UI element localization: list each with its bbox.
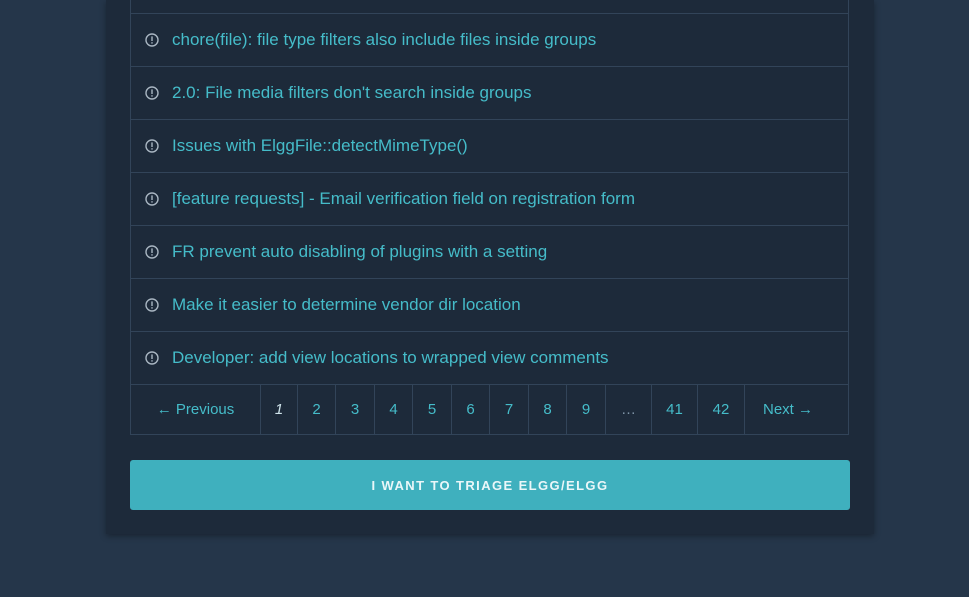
page-link[interactable]: 5 xyxy=(413,385,452,434)
issue-row[interactable]: Issues with ElggFile::detectMimeType() xyxy=(130,120,849,173)
triage-button[interactable]: I WANT TO TRIAGE ELGG/ELGG xyxy=(130,460,850,510)
issue-row[interactable]: 2.0: File media filters don't search ins… xyxy=(130,67,849,120)
issue-row[interactable] xyxy=(130,0,849,14)
issue-title-link[interactable]: [feature requests] - Email verification … xyxy=(172,189,635,209)
page-link[interactable]: 7 xyxy=(490,385,529,434)
issue-opened-icon xyxy=(145,351,159,365)
page-link[interactable]: 4 xyxy=(375,385,413,434)
page-link[interactable]: 2 xyxy=(298,385,336,434)
issue-title-link[interactable]: chore(file): file type filters also incl… xyxy=(172,30,596,50)
issue-row[interactable]: FR prevent auto disabling of plugins wit… xyxy=(130,226,849,279)
issue-opened-icon xyxy=(145,33,159,47)
page-link[interactable]: 8 xyxy=(529,385,567,434)
issue-list: chore(file): file type filters also incl… xyxy=(130,0,849,385)
page-link[interactable]: 41 xyxy=(652,385,698,434)
issue-title-link[interactable]: Developer: add view locations to wrapped… xyxy=(172,348,609,368)
issue-opened-icon xyxy=(145,139,159,153)
next-page-link[interactable]: Next → xyxy=(745,385,831,434)
issue-opened-icon xyxy=(145,245,159,259)
issue-row[interactable]: chore(file): file type filters also incl… xyxy=(130,14,849,67)
previous-page-link[interactable]: ← Previous xyxy=(131,385,261,434)
issue-title-link[interactable]: 2.0: File media filters don't search ins… xyxy=(172,83,531,103)
page-link[interactable]: 3 xyxy=(336,385,375,434)
issue-row[interactable]: Make it easier to determine vendor dir l… xyxy=(130,279,849,332)
page-link-current: 1 xyxy=(261,385,298,434)
pagination-ellipsis: … xyxy=(606,385,652,434)
issue-row[interactable]: Developer: add view locations to wrapped… xyxy=(130,332,849,385)
page-link[interactable]: 6 xyxy=(452,385,490,434)
issue-title-link[interactable]: FR prevent auto disabling of plugins wit… xyxy=(172,242,547,262)
issue-opened-icon xyxy=(145,86,159,100)
page-link[interactable]: 42 xyxy=(698,385,745,434)
issue-title-link[interactable]: Make it easier to determine vendor dir l… xyxy=(172,295,521,315)
issue-opened-icon xyxy=(145,192,159,206)
issue-opened-icon xyxy=(145,298,159,312)
issue-title-link[interactable]: Issues with ElggFile::detectMimeType() xyxy=(172,136,468,156)
page-link[interactable]: 9 xyxy=(567,385,606,434)
issue-row[interactable]: [feature requests] - Email verification … xyxy=(130,173,849,226)
pagination: ← Previous 1 2 3 4 5 6 7 8 9 … 41 42 Nex… xyxy=(130,385,849,435)
